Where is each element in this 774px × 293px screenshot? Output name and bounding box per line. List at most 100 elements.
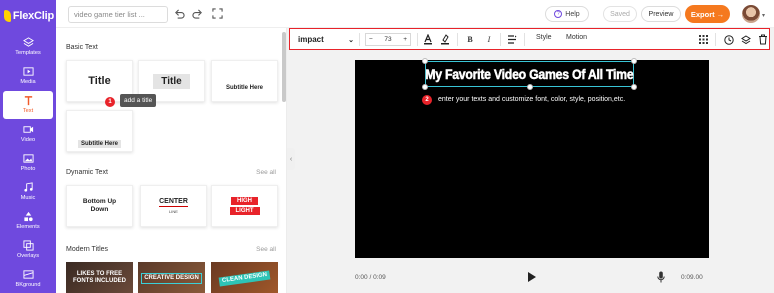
nav-item-text[interactable]: Text: [3, 91, 53, 119]
tooltip-add-title: add a title: [120, 94, 157, 107]
app-logo[interactable]: FlexClip: [4, 8, 54, 24]
nav-item-music[interactable]: Music: [0, 178, 56, 206]
text-card-subtitle-grey[interactable]: Subtitle Here: [66, 110, 133, 152]
nav-item-templates[interactable]: Templates: [0, 33, 56, 61]
card-text: CREATIVE DESIGN: [141, 272, 202, 284]
title-text[interactable]: My Favorite Video Games Of All Time: [425, 66, 634, 83]
font-family-select[interactable]: impact ⌄: [298, 33, 354, 46]
minus-icon[interactable]: −: [369, 36, 373, 43]
top-bar: video game tier list ... ? Help Saved Pr…: [56, 0, 774, 28]
arrow-right-icon: →: [716, 9, 725, 19]
media-icon: [22, 67, 34, 76]
nav-label: Text: [22, 108, 34, 114]
modern-title-card[interactable]: LIKES TO FREE FONTS INCLUDED: [66, 262, 133, 293]
font-size-stepper[interactable]: − 73 +: [365, 33, 411, 46]
text-icon: [24, 96, 32, 106]
bold-icon[interactable]: B: [464, 33, 476, 46]
nav-label: BKground: [15, 282, 41, 288]
card-text: LIKES TO FREE FONTS INCLUDED: [73, 271, 126, 284]
text-card-subtitle-plain[interactable]: Subtitle Here: [211, 60, 278, 102]
card-text: Bottom Up: [82, 198, 117, 205]
nav-item-media[interactable]: Media: [0, 62, 56, 90]
nav-label: Music: [20, 195, 36, 201]
instruction-text: enter your texts and customize font, col…: [438, 96, 626, 103]
redo-icon[interactable]: [192, 8, 203, 19]
video-icon: [22, 126, 33, 133]
nav-item-elements[interactable]: Elements: [0, 207, 56, 235]
help-label: Help: [565, 10, 580, 18]
nav-label: Photo: [20, 166, 36, 172]
clock-icon[interactable]: [723, 33, 735, 46]
card-text: Subtitle Here: [225, 85, 263, 91]
highlight-color-icon[interactable]: [439, 33, 451, 46]
help-button[interactable]: ? Help: [545, 6, 589, 22]
trash-icon[interactable]: [757, 33, 769, 46]
see-all-link-modern[interactable]: See all: [256, 246, 276, 253]
font-size-value[interactable]: 73: [384, 36, 391, 43]
resize-handle[interactable]: [527, 84, 533, 90]
layers-icon[interactable]: [740, 33, 752, 46]
panel-scrollbar[interactable]: [282, 32, 286, 102]
section-title-modern-titles: Modern Titles: [66, 246, 109, 253]
preview-button[interactable]: Preview: [641, 6, 681, 22]
nav-label: Video: [20, 137, 36, 143]
text-card-high-light[interactable]: HIGH LIGHT: [211, 185, 278, 227]
font-name: impact: [298, 35, 324, 44]
export-button[interactable]: Export →: [685, 5, 730, 23]
grid-icon[interactable]: [697, 33, 709, 46]
project-name-input[interactable]: video game tier list ...: [68, 6, 168, 23]
nav-label: Overlays: [16, 253, 40, 259]
help-icon: ?: [554, 10, 563, 18]
modern-title-card[interactable]: CLEAN DESIGN: [211, 262, 278, 293]
italic-icon[interactable]: I: [483, 33, 495, 46]
nav-label: Templates: [15, 50, 41, 56]
saved-button[interactable]: Saved: [603, 6, 637, 22]
resize-handle[interactable]: [631, 84, 637, 90]
card-text: HIGH: [231, 197, 258, 205]
text-panel: Basic Text Title Title Subtitle Here Sub…: [56, 28, 287, 293]
fullscreen-icon[interactable]: [212, 8, 223, 19]
background-icon: [22, 270, 34, 279]
see-all-link-dynamic[interactable]: See all: [256, 169, 276, 176]
avatar[interactable]: [742, 5, 760, 23]
divider: [417, 33, 418, 46]
plus-icon[interactable]: +: [403, 36, 407, 43]
resize-handle[interactable]: [422, 58, 428, 64]
card-text: CLEAN DESIGN: [218, 269, 271, 287]
card-text: Down: [90, 206, 109, 213]
resize-handle[interactable]: [422, 84, 428, 90]
video-canvas[interactable]: [355, 60, 709, 258]
collapse-panel-icon[interactable]: ‹: [287, 148, 295, 170]
modern-title-card[interactable]: CREATIVE DESIGN: [138, 262, 205, 293]
card-text: Title: [88, 75, 111, 87]
section-title-basic-text: Basic Text: [66, 44, 98, 51]
motion-tab[interactable]: Motion: [566, 34, 587, 41]
export-label: Export: [690, 9, 715, 19]
current-time: 0:00 / 0:09: [355, 274, 386, 281]
resize-handle[interactable]: [631, 58, 637, 64]
step-badge-1: 1: [105, 97, 115, 107]
play-icon[interactable]: [528, 272, 536, 282]
layers-icon: [22, 37, 34, 47]
nav-item-background[interactable]: BKground: [0, 265, 56, 293]
undo-icon[interactable]: [174, 8, 185, 19]
text-toolbar: impact ⌄ − 73 + B I Style Motion: [289, 28, 770, 50]
card-text: LIGHT: [229, 207, 260, 215]
divider: [457, 33, 458, 46]
nav-item-overlays[interactable]: Overlays: [0, 236, 56, 264]
chevron-down-icon: ⌄: [348, 36, 354, 44]
card-text: Subtitle Here: [77, 140, 121, 148]
align-icon[interactable]: [506, 33, 518, 46]
step-badge-2: 2: [422, 95, 432, 105]
nav-item-video[interactable]: Video: [0, 120, 56, 148]
nav-label: Media: [20, 79, 36, 85]
text-color-icon[interactable]: [422, 33, 434, 46]
style-tab[interactable]: Style: [536, 34, 552, 41]
total-time: 0:09.00: [681, 274, 703, 281]
text-card-bottom-up[interactable]: Bottom Up Down: [66, 185, 133, 227]
photo-icon: [22, 154, 34, 163]
nav-item-photo[interactable]: Photo: [0, 149, 56, 177]
microphone-icon[interactable]: [657, 271, 665, 283]
chevron-down-icon[interactable]: ▾: [762, 12, 765, 19]
text-card-center-line[interactable]: CENTER LINE: [140, 185, 207, 227]
